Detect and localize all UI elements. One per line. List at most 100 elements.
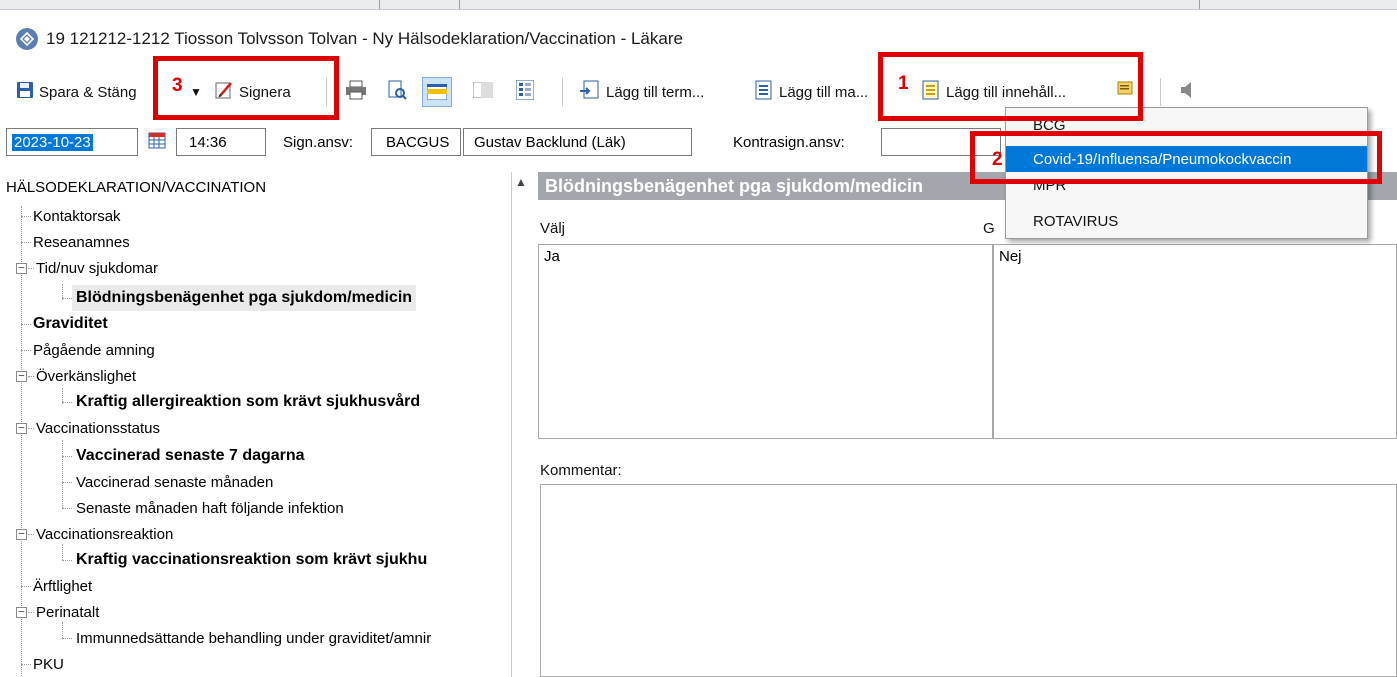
tree-line	[28, 268, 34, 269]
sign-resp-code-field[interactable]: BACGUS	[371, 128, 461, 156]
sign-resp-name-field[interactable]: Gustav Backlund (Läk)	[463, 128, 692, 156]
tree-line	[62, 402, 72, 403]
print-button[interactable]	[345, 72, 367, 112]
add-term-icon	[579, 80, 601, 104]
right-value[interactable]: Nej	[999, 248, 1022, 265]
tree-line	[62, 456, 72, 457]
toolbar-separator	[562, 78, 563, 106]
section-tree: HÄLSODEKLARATION/VACCINATION Kontaktorsa…	[0, 172, 512, 677]
tree-item-kontaktorsak[interactable]: Kontaktorsak	[33, 203, 121, 229]
preview-button[interactable]	[386, 72, 408, 112]
callout-number-1: 1	[898, 73, 909, 94]
comment-textarea[interactable]	[540, 484, 1397, 677]
tree-line	[28, 428, 34, 429]
time-field[interactable]: 14:36	[176, 128, 266, 156]
tree-line	[62, 508, 72, 509]
layout-horizontal-button[interactable]	[422, 72, 452, 112]
document-search-icon	[386, 79, 408, 105]
tree-item-tid-nuv-sjukdomar[interactable]: Tid/nuv sjukdomar	[36, 255, 158, 281]
scroll-up-arrow-icon[interactable]: ▲	[512, 175, 530, 193]
tree-line	[28, 534, 34, 535]
list-view-button[interactable]	[515, 72, 535, 112]
tree-item-overkanslighet[interactable]: Överkänslighet	[36, 363, 136, 389]
tree-line	[21, 350, 31, 351]
speaker-icon	[1180, 81, 1194, 103]
save-close-label: Spara & Stäng	[39, 83, 137, 101]
calendar-button[interactable]	[148, 128, 166, 156]
right-listbox[interactable]: Nej	[993, 244, 1397, 439]
tree-item-vaccinationsreaktion[interactable]: Vaccinationsreaktion	[36, 521, 173, 547]
title-bar: 19 121212-1212 Tiosson Tolvsson Tolvan -…	[0, 24, 1397, 54]
menu-item-rotavirus[interactable]: ROTAVIRUS	[1006, 208, 1367, 234]
toolbar-separator	[1160, 78, 1161, 106]
save-close-button[interactable]: Spara & Stäng	[16, 72, 137, 112]
tree-line	[62, 440, 63, 508]
time-value: 14:36	[189, 133, 227, 151]
tree-line	[21, 324, 31, 325]
collapse-icon[interactable]: −	[16, 371, 27, 382]
tree-line	[21, 664, 31, 665]
layout-vertical-button[interactable]	[472, 72, 494, 112]
floppy-disk-icon	[16, 81, 34, 103]
tree-item-vaccinerad-7-dagar[interactable]: Vaccinerad senaste 7 dagarna	[76, 443, 305, 469]
collapse-icon[interactable]: −	[16, 607, 27, 618]
add-term-label: Lägg till term...	[606, 83, 705, 101]
window-title: 19 121212-1212 Tiosson Tolvsson Tolvan -…	[46, 29, 683, 48]
tree-line	[62, 482, 72, 483]
collapse-icon[interactable]: −	[16, 529, 27, 540]
sign-resp-name: Gustav Backlund (Läk)	[474, 133, 626, 151]
comment-label: Kommentar:	[540, 462, 622, 479]
layout-horizontal-icon	[422, 77, 452, 107]
tree-item-immunnedsattande[interactable]: Immunnedsättande behandling under gravid…	[76, 625, 431, 651]
tree-item-pku[interactable]: PKU	[33, 651, 64, 677]
add-template-icon	[752, 80, 774, 104]
tree-line	[21, 242, 31, 243]
tree-line	[28, 376, 34, 377]
strip-segment	[1160, 0, 1200, 9]
strip-segment	[300, 0, 380, 9]
add-template-label: Lägg till ma...	[779, 83, 869, 101]
tree-item-vaccinerad-manaden[interactable]: Vaccinerad senaste månaden	[76, 469, 273, 495]
tree-item-pagaende-amning[interactable]: Pågående amning	[33, 337, 155, 363]
printer-icon	[345, 80, 367, 104]
calendar-icon	[148, 131, 166, 153]
tree-item-kraftig-allergireaktion[interactable]: Kraftig allergireaktion som krävt sjukhu…	[76, 389, 420, 415]
tree-item-haft-infektion[interactable]: Senaste månaden haft följande infektion	[76, 495, 344, 521]
tree-item-perinatalt[interactable]: Perinatalt	[36, 599, 99, 625]
choose-value[interactable]: Ja	[544, 248, 560, 265]
tree-item-graviditet[interactable]: Graviditet	[33, 311, 108, 337]
choose-label: Välj	[540, 220, 566, 237]
tree-line	[21, 586, 31, 587]
strip-segment	[380, 0, 460, 9]
speaker-button[interactable]	[1180, 72, 1194, 112]
collapse-icon[interactable]: −	[16, 263, 27, 274]
add-term-button[interactable]: Lägg till term...	[579, 72, 704, 112]
add-template-button[interactable]: Lägg till ma...	[752, 72, 868, 112]
tree-item-kraftig-vaccinationsreaktion[interactable]: Kraftig vaccinationsreaktion som krävt s…	[76, 547, 427, 573]
app-icon	[16, 28, 38, 50]
tree-item-arftlighet[interactable]: Ärftlighet	[33, 573, 92, 599]
tree-line	[21, 216, 31, 217]
callout-box-1	[878, 52, 1143, 121]
tree-item-blodningsbenagenhet[interactable]: Blödningsbenägenhet pga sjukdom/medicin	[72, 285, 417, 311]
tree-root[interactable]: HÄLSODEKLARATION/VACCINATION	[6, 174, 266, 200]
choose-listbox[interactable]: Ja	[538, 244, 993, 439]
tree-item-reseanamnes[interactable]: Reseanamnes	[33, 229, 130, 255]
tree-line	[62, 638, 72, 639]
list-view-icon	[515, 79, 535, 104]
collapse-icon[interactable]: −	[16, 423, 27, 434]
sign-resp-code: BACGUS	[386, 133, 450, 151]
layout-vertical-icon	[472, 81, 494, 102]
tree-line	[62, 298, 72, 299]
date-value: 2023-10-23	[12, 133, 93, 151]
tree-item-vaccinationsstatus[interactable]: Vaccinationsstatus	[36, 415, 160, 441]
sign-resp-label: Sign.ansv:	[283, 133, 354, 151]
right-column-label: G	[983, 220, 995, 237]
tree-line	[62, 560, 72, 561]
date-field[interactable]: 2023-10-23	[6, 128, 138, 156]
callout-box-2	[970, 131, 1382, 184]
tree-line	[28, 612, 34, 613]
callout-number-2: 2	[992, 149, 1003, 170]
callout-number-3: 3	[172, 75, 183, 96]
countersign-label: Kontrasign.ansv:	[733, 133, 845, 151]
